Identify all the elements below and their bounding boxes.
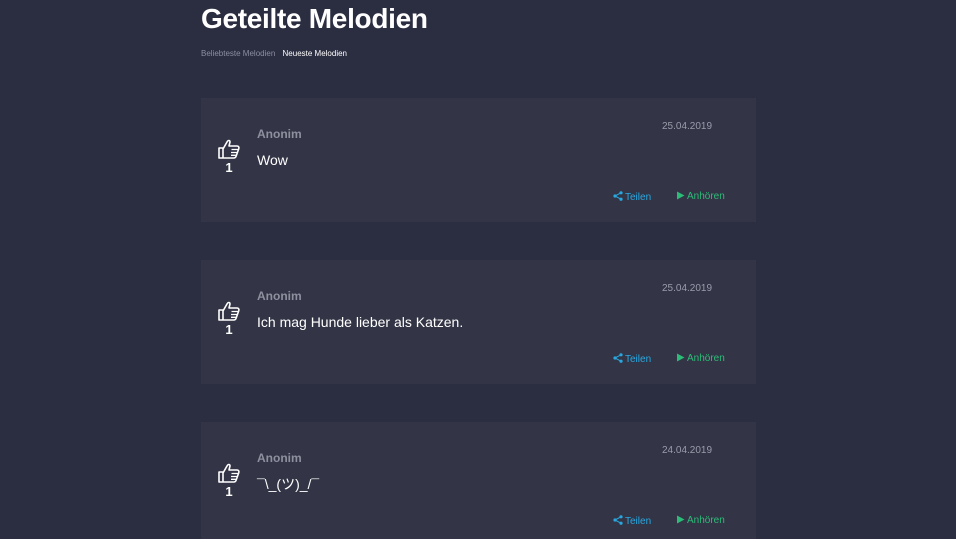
like-button[interactable]: 1	[215, 300, 243, 337]
melody-message: ¯\_(ツ)_/¯	[257, 476, 320, 492]
melody-card: 1 Anonim 25.04.2019 Ich mag Hunde lieber…	[201, 260, 756, 384]
like-count: 1	[225, 160, 233, 175]
page: Geteilte Melodien Beliebteste Melodien N…	[0, 0, 956, 542]
post-date: 25.04.2019	[662, 283, 713, 294]
author-name: Anonim	[257, 127, 302, 141]
listen-button[interactable]: Anhören	[676, 515, 725, 527]
thumbs-up-icon	[218, 463, 240, 483]
melody-message: Ich mag Hunde lieber als Katzen.	[257, 314, 464, 330]
listen-button[interactable]: Anhören	[676, 191, 725, 203]
share-icon	[613, 515, 623, 525]
melody-card: 1 Anonim 24.04.2019 ¯\_(ツ)_/¯ Teilen Anh…	[201, 422, 756, 542]
share-button[interactable]: Teilen	[613, 515, 651, 528]
thumbs-up-icon	[218, 139, 240, 159]
listen-label: Anhören	[687, 515, 725, 526]
like-button[interactable]: 1	[215, 138, 243, 175]
tab-newest[interactable]: Neueste Melodien	[283, 48, 347, 60]
share-icon	[613, 191, 623, 201]
tab-most-popular[interactable]: Beliebteste Melodien	[201, 48, 275, 60]
like-count: 1	[225, 322, 233, 337]
post-date: 24.04.2019	[662, 445, 713, 456]
author-name: Anonim	[257, 451, 302, 465]
melody-card: 1 Anonim 25.04.2019 Wow Teilen Anhören	[201, 98, 756, 222]
like-button[interactable]: 1	[215, 462, 243, 499]
share-button[interactable]: Teilen	[613, 353, 651, 366]
share-label: Teilen	[625, 354, 652, 365]
share-icon	[613, 353, 623, 363]
play-icon	[677, 191, 685, 200]
listen-label: Anhören	[687, 191, 725, 202]
melody-message: Wow	[257, 152, 288, 168]
share-label: Teilen	[625, 192, 652, 203]
page-title: Geteilte Melodien	[201, 3, 428, 34]
play-icon	[677, 515, 685, 524]
listen-label: Anhören	[687, 353, 725, 364]
listen-button[interactable]: Anhören	[676, 353, 725, 365]
thumbs-up-icon	[218, 301, 240, 321]
author-name: Anonim	[257, 289, 302, 303]
like-count: 1	[225, 484, 233, 499]
share-label: Teilen	[625, 516, 652, 527]
share-button[interactable]: Teilen	[613, 191, 651, 204]
sort-tabs: Beliebteste Melodien Neueste Melodien	[201, 48, 352, 60]
play-icon	[677, 353, 685, 362]
post-date: 25.04.2019	[662, 121, 713, 132]
